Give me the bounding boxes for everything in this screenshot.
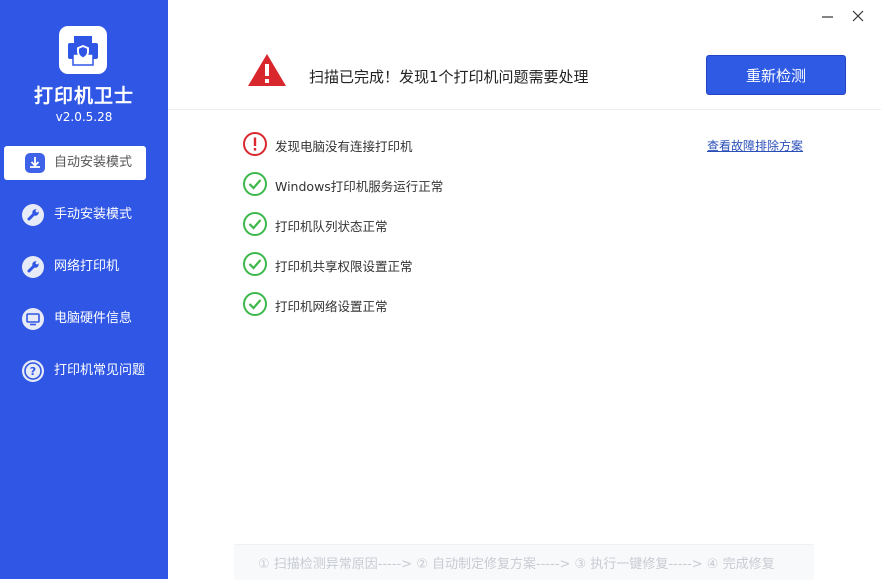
result-item-ok: 打印机队列状态正常	[242, 211, 802, 237]
scan-result-message: 扫描已完成！发现1个打印机问题需要处理	[309, 68, 589, 86]
sidebar-item-network-printer[interactable]: 网络打印机	[4, 250, 146, 284]
repair-steps: ① 扫描检测异常原因-----> ② 自动制定修复方案-----> ③ 执行一键…	[258, 557, 775, 572]
result-item-text: 打印机共享权限设置正常	[275, 259, 413, 274]
check-circle-icon	[243, 252, 267, 276]
result-item-text: 打印机队列状态正常	[275, 219, 388, 234]
monitor-icon	[22, 308, 44, 330]
sidebar-item-label: 电脑硬件信息	[54, 311, 133, 326]
app-logo	[59, 26, 107, 74]
sidebar-item-label: 打印机常见问题	[54, 363, 146, 378]
sidebar-item-label: 网络打印机	[54, 259, 120, 274]
divider	[168, 109, 881, 110]
check-circle-icon	[243, 212, 267, 236]
sidebar-item-faq[interactable]: ? 打印机常见问题	[4, 354, 146, 388]
close-button[interactable]	[848, 6, 868, 26]
troubleshoot-link[interactable]: 查看故障排除方案	[707, 137, 803, 154]
sidebar-item-hardware-info[interactable]: 电脑硬件信息	[4, 302, 146, 336]
app-version: v2.0.5.28	[55, 110, 113, 124]
app-title: 打印机卫士	[33, 85, 134, 107]
error-icon	[243, 132, 267, 156]
result-item-ok: Windows打印机服务运行正常	[242, 171, 802, 197]
result-item-ok: 打印机共享权限设置正常	[242, 251, 802, 277]
sidebar-item-label: 自动安装模式	[54, 155, 133, 170]
check-circle-icon	[243, 292, 267, 316]
minimize-button[interactable]	[818, 6, 838, 26]
wrench-icon	[22, 204, 44, 226]
result-item-text: 发现电脑没有连接打印机	[275, 139, 413, 154]
result-item-text: 打印机网络设置正常	[275, 299, 388, 314]
close-icon	[852, 10, 864, 22]
wrench-icon	[22, 256, 44, 278]
warning-icon	[248, 54, 286, 86]
minimize-icon	[822, 16, 833, 18]
sidebar-item-manual-install[interactable]: 手动安装模式	[4, 198, 146, 232]
sidebar: 打印机卫士 v2.0.5.28 自动安装模式 手动安装模式 网络打印机 电脑硬件…	[0, 0, 168, 579]
result-item-ok: 打印机网络设置正常	[242, 291, 802, 317]
result-item-text: Windows打印机服务运行正常	[275, 179, 444, 194]
printer-shield-icon	[68, 36, 98, 66]
rescan-button[interactable]: 重新检测	[706, 55, 846, 95]
question-icon: ?	[22, 360, 44, 382]
check-circle-icon	[243, 172, 267, 196]
sidebar-item-label: 手动安装模式	[54, 207, 133, 222]
download-icon	[25, 153, 45, 173]
sidebar-item-auto-install[interactable]: 自动安装模式	[4, 146, 146, 180]
svg-text:?: ?	[30, 365, 36, 378]
